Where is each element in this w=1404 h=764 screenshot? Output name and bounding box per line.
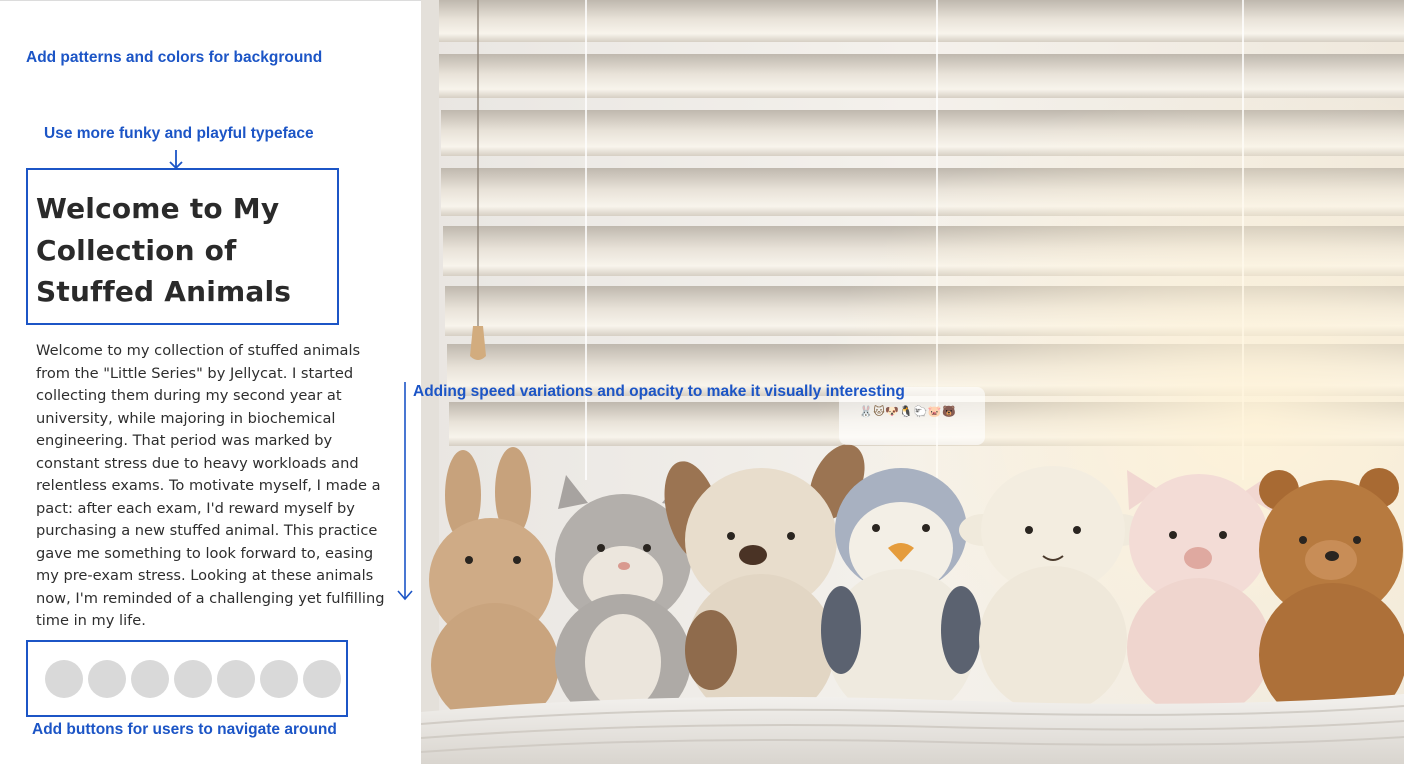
nav-dot-2[interactable] bbox=[88, 660, 126, 698]
navigation-box bbox=[26, 640, 348, 717]
annotation-navigation: Add buttons for users to navigate around bbox=[32, 721, 337, 738]
intro-paragraph: Welcome to my collection of stuffed anim… bbox=[36, 342, 385, 629]
stuffed-animals-illustration bbox=[421, 0, 1404, 764]
annotation-background: Add patterns and colors for background bbox=[26, 49, 323, 66]
nav-dot-5[interactable] bbox=[217, 660, 255, 698]
nav-dot-7[interactable] bbox=[303, 660, 341, 698]
stuffed-animals-photo bbox=[421, 0, 1404, 764]
emoji-strip: 🐰🐱🐶🐧🐑🐷🐻 bbox=[859, 405, 957, 418]
annotation-typeface: Use more funky and playful typeface bbox=[44, 125, 314, 142]
bear-toy bbox=[1259, 468, 1404, 727]
nav-dot-6[interactable] bbox=[260, 660, 298, 698]
title-box: Welcome to My Collection of Stuffed Anim… bbox=[26, 168, 339, 325]
nav-dot-4[interactable] bbox=[174, 660, 212, 698]
annotation-speed: Adding speed variations and opacity to m… bbox=[413, 383, 905, 400]
page-title: Welcome to My Collection of Stuffed Anim… bbox=[36, 192, 292, 308]
navigation-dots bbox=[45, 660, 341, 698]
nav-dot-3[interactable] bbox=[131, 660, 169, 698]
arrow-down-icon bbox=[397, 382, 413, 601]
penguin-toy bbox=[821, 468, 981, 721]
nav-dot-1[interactable] bbox=[45, 660, 83, 698]
